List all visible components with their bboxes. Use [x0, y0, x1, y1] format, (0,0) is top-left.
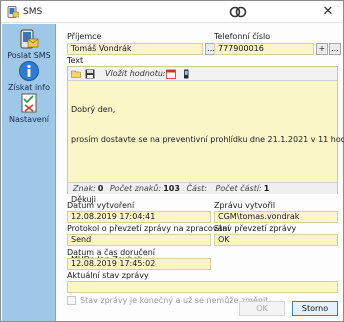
insert-value-label: Vložit hodnotu:	[105, 69, 166, 78]
author-field: CGM\tomas.vondrak	[214, 211, 338, 223]
sidebar-item-label: Získat info	[8, 83, 50, 92]
sidebar-item-label: Poslat SMS	[7, 51, 51, 60]
phone-field[interactable]: 777900016	[214, 43, 314, 55]
sidebar-item-get-info[interactable]: Získat info	[2, 60, 56, 92]
protocol-label: Protokol o převzetí zprávy na zpracování	[67, 224, 230, 233]
info-icon	[19, 61, 39, 81]
part-label: Část:	[186, 184, 207, 193]
parts-count-value: 1	[263, 184, 270, 193]
settings-icon	[21, 93, 37, 113]
recipient-label: Příjemce	[67, 32, 102, 41]
message-toolbar: Vložit hodnotu:	[68, 67, 337, 81]
message-line	[71, 165, 336, 175]
phone-label: Telefonní číslo	[214, 32, 271, 41]
char-value: 0	[97, 184, 104, 193]
phone-browse-button[interactable]: …	[329, 43, 341, 55]
final-state-checkbox[interactable]	[67, 296, 76, 305]
window-title: SMS	[23, 7, 43, 17]
char-label: Znak:	[73, 184, 96, 193]
sms-app-icon	[7, 6, 19, 18]
sidebar: Poslat SMS Získat info Nastavení	[2, 24, 56, 321]
main-content: Příjemce Tomáš Vondrák … Telefonní číslo…	[57, 24, 344, 321]
total-chars-label: Počet znaků:	[109, 184, 162, 193]
state-field: OK	[214, 234, 338, 246]
message-editor[interactable]: Vložit hodnotu: Dobrý den, prosím dostav…	[67, 66, 344, 264]
sms-window: SMS ✕ Poslat SMS Získat info Nastavení P…	[0, 0, 344, 322]
total-chars-value: 103	[163, 184, 180, 193]
created-date-label: Datum vytvoření	[67, 201, 135, 210]
current-state-label: Aktuální stav zprávy	[67, 271, 149, 280]
folder-open-icon[interactable]	[71, 69, 81, 79]
add-phone-button[interactable]: +	[316, 43, 328, 55]
delivery-date-label: Datum a čas doručení	[67, 248, 156, 257]
created-date-field: 12.08.2019 17:04:41	[67, 211, 211, 223]
delivery-date-field: 12.08.2019 17:45:02	[67, 258, 211, 270]
message-line: Dobrý den,	[71, 105, 116, 114]
save-icon[interactable]	[85, 69, 95, 79]
message-line: prosím dostavte se na preventivní prohlí…	[71, 135, 344, 144]
protocol-field: Send	[67, 234, 211, 246]
calendar-icon[interactable]	[166, 69, 176, 79]
parts-count-label: Počet částí:	[215, 184, 262, 193]
state-label: Stav převzetí zprávy	[214, 224, 297, 233]
sidebar-item-send-sms[interactable]: Poslat SMS	[2, 28, 56, 60]
sidebar-item-settings[interactable]: Nastavení	[2, 92, 56, 124]
close-icon[interactable]: ✕	[317, 2, 339, 22]
sidebar-item-label: Nastavení	[8, 115, 50, 124]
recipient-field[interactable]: Tomáš Vondrák	[67, 43, 203, 55]
current-state-field	[67, 281, 338, 293]
text-label: Text	[67, 56, 84, 65]
mobile-phone-icon[interactable]	[181, 69, 191, 79]
send-sms-icon	[20, 29, 39, 49]
link-icon	[229, 6, 247, 18]
author-label: Zprávu vytvořil	[214, 201, 276, 210]
ok-button[interactable]: OK	[239, 301, 285, 316]
character-counts: Znak: 0 Počet znaků: 103 Část: Počet částí…	[68, 182, 337, 194]
cancel-button[interactable]: Storno	[292, 301, 338, 316]
title-bar: SMS ✕	[1, 1, 343, 23]
